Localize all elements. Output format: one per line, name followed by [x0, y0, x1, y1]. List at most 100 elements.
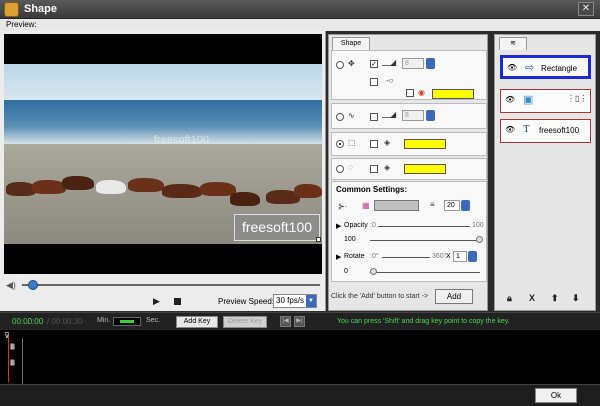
opacity-slider-knob[interactable] [476, 236, 483, 243]
arrow-size-input[interactable]: 8 [402, 110, 424, 121]
move-down-icon[interactable]: ⬇ [572, 293, 580, 304]
rectangle-icon: ⬚ [348, 138, 356, 147]
add-button[interactable]: Add [435, 289, 473, 304]
tab-layers[interactable]: ≋ [499, 37, 527, 50]
layer-item-image[interactable]: 👁 ▣ ⋮▯⋮ [500, 89, 591, 113]
radio-ellipse[interactable] [336, 165, 344, 173]
app-icon [4, 2, 19, 17]
timeline-track[interactable]: ⊽ ||||||| ||||||| [0, 330, 600, 384]
ellipse-icon: ◌ [348, 163, 353, 172]
ruler-ticks: ||||||| [10, 360, 15, 366]
paint-bucket-icon: ◈ [384, 163, 391, 172]
rotate-count-input[interactable]: 1 [453, 251, 467, 262]
line-width-icon: ≡ [430, 200, 435, 209]
shape-row-ellipse: ◌ ◈ [331, 158, 487, 180]
rotate-label: Rotate [344, 253, 365, 260]
preview-panel: freesoft100 freesoft100 ◀) ▶ Preview Spe… [0, 31, 326, 311]
close-button[interactable]: ✕ [578, 2, 594, 16]
checkbox-fill[interactable] [370, 140, 378, 148]
paint-bucket-icon: ◈ [384, 138, 391, 147]
checkbox-circle[interactable] [370, 78, 378, 86]
shape-row-curve: ∿ ◢ 8 [331, 103, 487, 129]
speed-select[interactable]: 30 fps/s ▼ [273, 294, 317, 308]
tab-shape[interactable]: Shape [332, 37, 370, 50]
radio-curve[interactable] [336, 113, 344, 121]
title-bar: Shape ✕ [0, 0, 600, 19]
delete-icon[interactable]: X [529, 293, 535, 303]
rotate-range-line [382, 257, 430, 258]
circle-node-icon: -○ [386, 76, 394, 85]
video-preview[interactable]: freesoft100 freesoft100 [4, 34, 322, 274]
image-thumbnail-icon: ⋮▯⋮ [567, 94, 588, 103]
arrow-size-spinner[interactable] [426, 58, 435, 69]
radio-polyline[interactable] [336, 61, 344, 69]
common-settings-title: Common Settings: [336, 185, 408, 194]
polyline-icon: ✥ [348, 59, 355, 68]
add-key-button[interactable]: Add Key [176, 316, 218, 328]
checkbox-fill[interactable] [406, 89, 414, 97]
border-width-spinner[interactable] [461, 200, 470, 211]
rotate-slider[interactable] [370, 272, 480, 273]
sec-label: Sec. [146, 317, 161, 324]
checkbox-arrow[interactable]: ✓ [370, 60, 378, 68]
opacity-arrow-icon: ▶ [336, 223, 342, 230]
rotate-multiplier: X [446, 253, 451, 260]
seek-row: ◀) [4, 280, 322, 290]
horse [32, 180, 66, 194]
layer-label: freesoft100 [539, 126, 580, 135]
ok-button[interactable]: Ok [535, 388, 577, 403]
playhead-handle-icon[interactable]: ⊽ [4, 331, 10, 340]
color-wheel-icon: ◉ [418, 88, 425, 97]
fill-color-swatch[interactable] [404, 139, 446, 149]
next-key-icon[interactable]: ▶| [294, 316, 305, 327]
radio-rectangle[interactable] [336, 140, 344, 148]
seek-bar[interactable] [22, 284, 320, 286]
delete-key-button[interactable]: Delete Key [223, 316, 267, 328]
playhead[interactable] [8, 334, 9, 382]
arrow-size-input[interactable]: 8 [402, 58, 424, 69]
volume-icon[interactable]: ◀) [6, 280, 16, 291]
play-icon[interactable]: ▶ [153, 296, 160, 307]
checkbox-fill[interactable] [370, 165, 378, 173]
fill-color-swatch[interactable] [404, 164, 446, 174]
ruler-ticks: ||||||| [10, 344, 15, 350]
add-hint: Click the 'Add' button to start -> [331, 293, 429, 300]
preview-label: Preview: [6, 20, 37, 29]
shape-row-polyline: ✥ ✓ ◢ 8 -○ ◉ [331, 50, 487, 100]
chevron-down-icon[interactable]: ▼ [306, 295, 316, 307]
text-overlay[interactable]: freesoft100 [234, 214, 320, 241]
checkbox-arrow[interactable] [370, 113, 378, 121]
rotate-count-spinner[interactable] [468, 251, 477, 262]
arrow-shape-icon: ⇨ [525, 62, 535, 74]
horse [230, 192, 260, 206]
shape-row-rectangle: ⬚ ◈ [331, 132, 487, 156]
color-palette-icon[interactable]: ▦ [362, 201, 370, 210]
text-T-icon: T [523, 123, 530, 135]
horse [162, 184, 202, 198]
rotate-min: :0° [370, 253, 379, 260]
opacity-value: 100 [344, 236, 356, 243]
line-style-icon[interactable]: ⊱· [338, 202, 347, 211]
arrow-size-spinner[interactable] [426, 110, 435, 121]
lock-icon[interactable]: 🔒︎ [507, 293, 512, 304]
layer-item-rectangle[interactable]: 👁 ⇨ Rectangle [500, 55, 591, 79]
border-color-swatch[interactable] [374, 200, 419, 211]
fill-color-swatch[interactable] [432, 89, 474, 99]
eye-icon[interactable]: 👁 [505, 125, 515, 134]
eye-icon[interactable]: 👁 [507, 63, 517, 72]
layer-item-text[interactable]: 👁 T freesoft100 [500, 119, 591, 143]
curve-icon: ∿ [348, 111, 355, 120]
timeline-hint: You can press 'Shift' and drag key point… [337, 318, 510, 325]
prev-key-icon[interactable]: |◀ [280, 316, 291, 327]
stop-icon[interactable] [174, 298, 181, 305]
rotate-slider-knob[interactable] [370, 268, 377, 275]
zoom-bar[interactable] [113, 317, 141, 326]
playback-controls: ▶ Preview Speed: 30 fps/s ▼ [0, 293, 326, 311]
opacity-slider[interactable] [370, 240, 480, 241]
track-divider [22, 338, 23, 384]
move-up-icon[interactable]: ⬆ [551, 293, 559, 304]
border-width-input[interactable]: 20 [444, 200, 460, 211]
resize-handle[interactable] [316, 237, 321, 242]
seek-knob[interactable] [28, 280, 38, 290]
eye-icon[interactable]: 👁 [505, 95, 515, 104]
